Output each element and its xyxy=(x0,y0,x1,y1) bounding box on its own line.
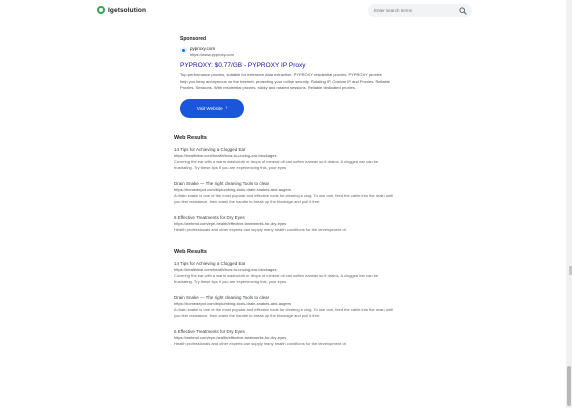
ad-description: Top-performance proxies, suitable for ex… xyxy=(180,72,390,90)
visit-website-button[interactable]: Visit Website › xyxy=(180,98,244,118)
result-snippet: A drain snake is one of the most popular… xyxy=(174,306,394,318)
ad-site-info[interactable]: pyproxy.com https://www.pyproxy.com xyxy=(180,46,396,58)
section-title: Web Results xyxy=(174,248,207,255)
result-snippet: Covering the ear with a warm washcloth o… xyxy=(174,272,379,284)
search-result: 14 Tips for Achieving a Clogged Ear http… xyxy=(174,147,396,171)
sponsored-ad: Sponsored pyproxy.com https://www.pyprox… xyxy=(174,36,396,118)
web-results-section: Web Results 14 Tips for Achieving a Clog… xyxy=(174,135,396,233)
search-box xyxy=(368,4,472,17)
site-logo[interactable]: Igetsolution xyxy=(97,6,146,14)
visit-website-label: Visit Website xyxy=(196,105,223,111)
search-result: Drain Snake — The right cleaning Tools t… xyxy=(174,295,396,319)
search-result: 6 Effective Treatments for Dry Eyes http… xyxy=(174,329,396,347)
search-result: Drain Snake — The right cleaning Tools t… xyxy=(174,181,396,205)
result-snippet: Health professionals and other experts c… xyxy=(174,340,347,346)
web-results-section: Web Results 14 Tips for Achieving a Clog… xyxy=(174,249,396,347)
chevron-right-icon: › xyxy=(225,105,228,111)
result-snippet: A drain snake is one of the most popular… xyxy=(174,192,394,204)
result-snippet: Covering the ear with a warm washcloth o… xyxy=(174,158,379,170)
logo-icon xyxy=(97,6,105,14)
search-result: 6 Effective Treatments for Dry Eyes http… xyxy=(174,215,396,233)
top-bar: Igetsolution xyxy=(0,0,572,22)
scrollbar-track[interactable] xyxy=(566,0,572,408)
section-title: Web Results xyxy=(174,134,207,141)
logo-text: Igetsolution xyxy=(108,6,147,14)
search-result: 14 Tips for Achieving a Clogged Ear http… xyxy=(174,261,396,285)
globe-icon xyxy=(180,47,187,54)
result-snippet: Health professionals and other experts c… xyxy=(174,226,347,232)
results-column: Sponsored pyproxy.com https://www.pyprox… xyxy=(174,36,396,357)
scrollbar-thumb[interactable] xyxy=(567,366,571,406)
ad-site-url: https://www.pyproxy.com xyxy=(190,52,234,57)
search-input[interactable] xyxy=(368,8,458,13)
sponsored-label: Sponsored xyxy=(180,36,207,42)
search-icon[interactable] xyxy=(459,7,467,15)
ad-title-link[interactable]: PYPROXY: $0.77/GB - PYPROXY IP Proxy xyxy=(180,62,396,69)
